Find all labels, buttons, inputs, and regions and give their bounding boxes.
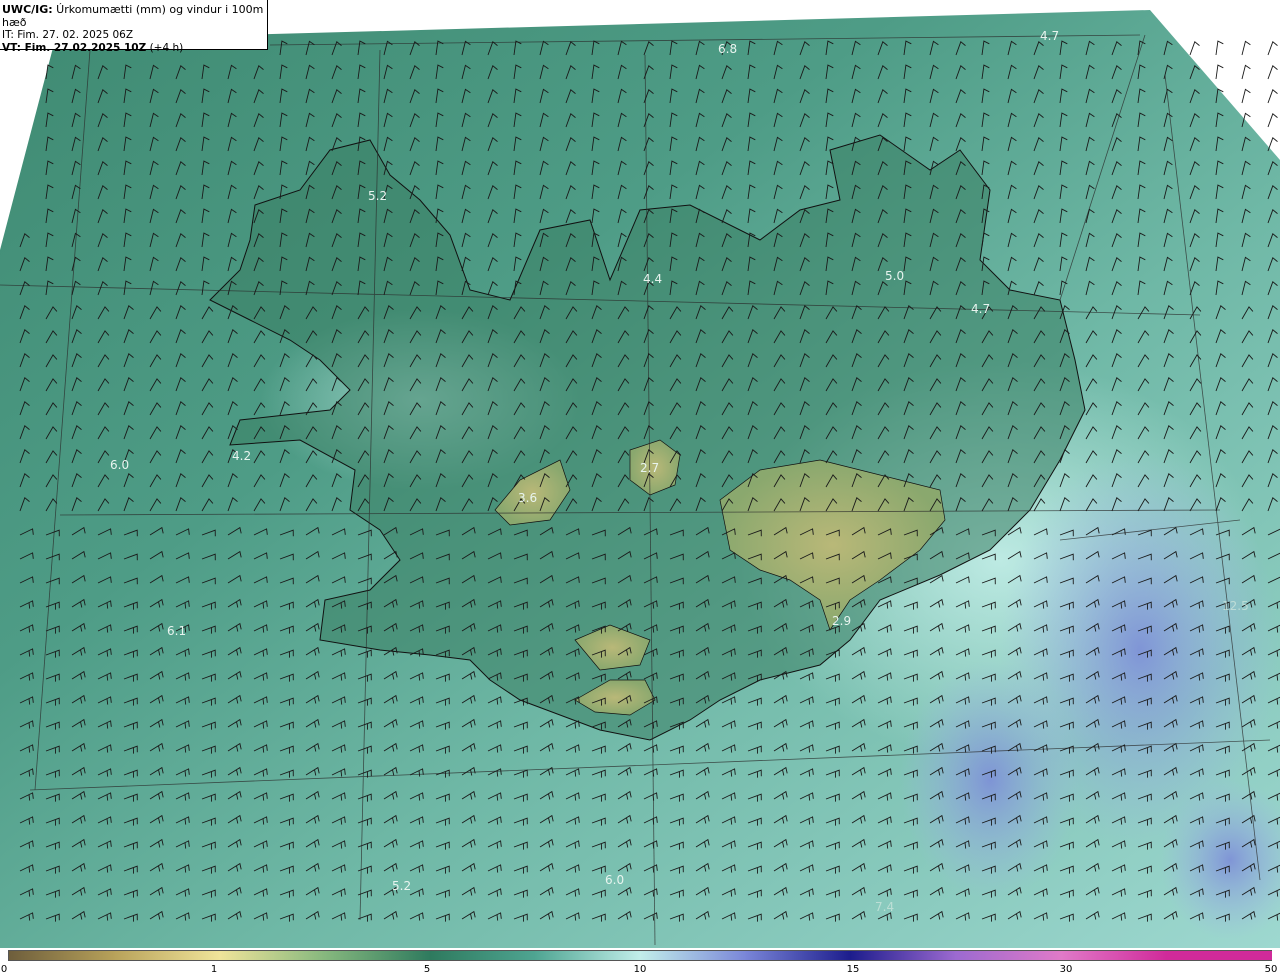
colorbar-segment xyxy=(745,951,852,960)
wind-barb xyxy=(1241,40,1251,56)
wind-barb xyxy=(1215,40,1224,56)
colorbar-segment xyxy=(640,951,747,960)
precip-value-label: 6.8 xyxy=(718,42,737,56)
colorbar-segment xyxy=(955,951,1062,960)
precip-value-label: 6.0 xyxy=(605,873,624,887)
precip-value-label: 6.1 xyxy=(167,624,186,638)
precip-value-label: 4.7 xyxy=(1040,29,1059,43)
map-header: UWC/IG: Úrkomumætti (mm) og vindur i 100… xyxy=(0,0,268,54)
colorbar-segment xyxy=(1060,951,1167,960)
colorbar-segment xyxy=(1165,951,1272,960)
colorbar-segment xyxy=(9,951,116,960)
precip-value-label: 4.2 xyxy=(232,449,251,463)
colorbar-strip xyxy=(8,950,1272,961)
colorbar-segment xyxy=(114,951,221,960)
wind-barb xyxy=(1267,65,1278,80)
precip-value-label: 4.4 xyxy=(643,272,662,286)
precip-colorbar: 0 1 5 10 15 30 50 xyxy=(0,948,1280,978)
colorbar-segment xyxy=(324,951,431,960)
colorbar-tick: 10 xyxy=(633,964,647,975)
wind-barb xyxy=(1267,41,1278,56)
colorbar-segment xyxy=(219,951,326,960)
precip-value-label: 7.4 xyxy=(875,900,894,914)
colorbar-tick: 5 xyxy=(423,964,431,975)
wind-barb xyxy=(1267,89,1278,104)
lead-time: (+4 h) xyxy=(146,42,184,54)
precip-value-label: 12.5 xyxy=(1222,599,1249,613)
colorbar-tick: 0 xyxy=(0,964,8,975)
precip-value-label: 6.0 xyxy=(110,458,129,472)
colorbar-tick: 50 xyxy=(1264,964,1278,975)
colorbar-segment xyxy=(429,951,536,960)
precip-value-label: 4.7 xyxy=(971,302,990,316)
map-canvas: 6.8 4.7 5.2 4.4 5.0 4.7 6.0 4.2 3.6 2.7 … xyxy=(0,10,1280,948)
precip-value-label: 3.6 xyxy=(518,491,537,505)
issue-time: IT: Fim. 27. 02. 2025 06Z xyxy=(2,29,134,41)
colorbar-segment xyxy=(534,951,641,960)
precip-value-label: 5.2 xyxy=(368,189,387,203)
colorbar-tick: 1 xyxy=(210,964,218,975)
colorbar-tick: 30 xyxy=(1059,964,1073,975)
colorbar-tick: 15 xyxy=(846,964,860,975)
heavy-precip-zone xyxy=(900,660,1080,900)
wind-barb xyxy=(1189,41,1200,56)
wind-barb xyxy=(1267,113,1278,128)
precip-value-label: 5.0 xyxy=(885,269,904,283)
product-code: UWC/IG: xyxy=(2,3,53,16)
forecast-map[interactable]: 6.8 4.7 5.2 4.4 5.0 4.7 6.0 4.2 3.6 2.7 … xyxy=(0,0,1280,948)
wind-barb xyxy=(1241,64,1251,80)
precip-value-label: 2.7 xyxy=(640,461,659,475)
wind-barb xyxy=(1215,64,1224,80)
valid-time: VT: Fim. 27.02.2025 10Z xyxy=(2,42,147,54)
wind-barb xyxy=(1241,88,1251,104)
precip-value-label: 5.2 xyxy=(392,879,411,893)
colorbar-segment xyxy=(850,951,957,960)
precip-value-label: 2.9 xyxy=(832,614,851,628)
